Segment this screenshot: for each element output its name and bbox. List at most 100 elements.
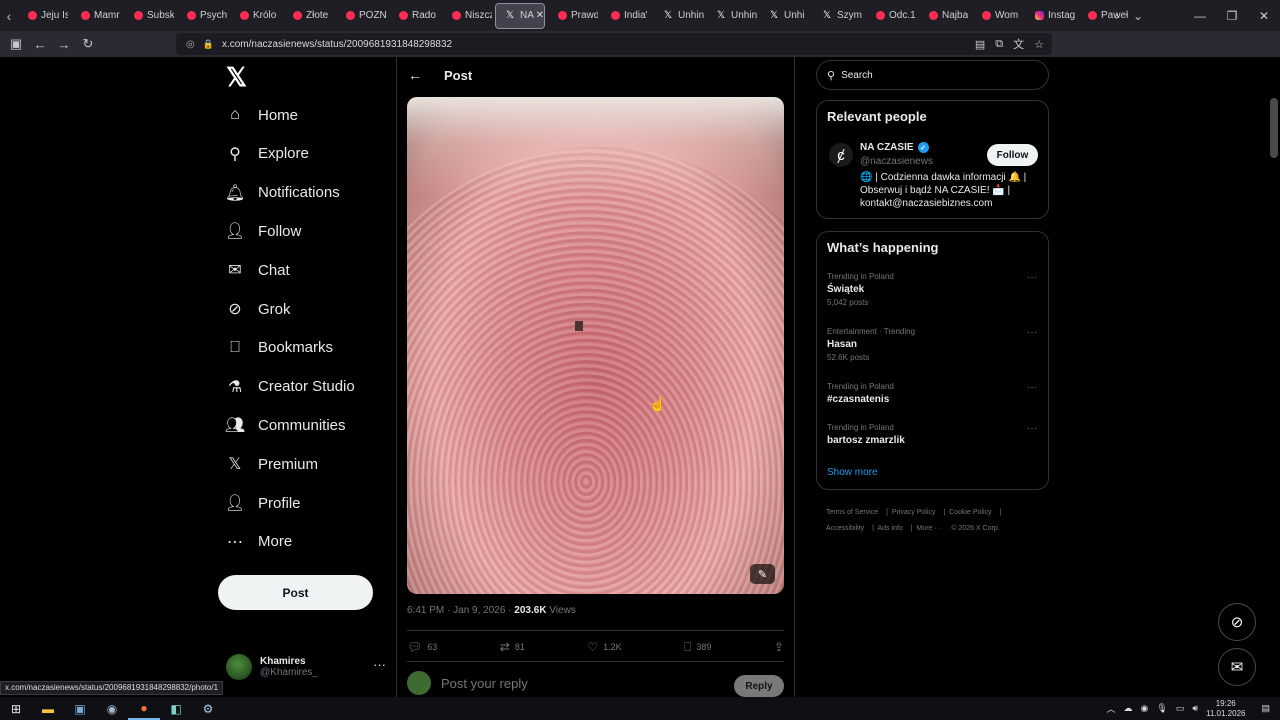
tab-scroll-right-icon[interactable]: › [1115, 9, 1119, 23]
browser-tab[interactable]: India' [601, 3, 651, 29]
nav-item-chat[interactable]: ✉ Chat [226, 252, 289, 288]
messages-float-button[interactable]: ✉ [1218, 648, 1256, 686]
steam-tray-icon[interactable]: ◉ [1141, 703, 1149, 714]
browser-tab[interactable]: Odc.1 [866, 3, 916, 29]
trend-more-icon[interactable]: ··· [1027, 382, 1037, 393]
tray-chevron-icon[interactable]: ︿ [1107, 702, 1116, 715]
translate-icon[interactable]: 文 [1013, 36, 1024, 52]
bookmark-star-icon[interactable]: ☆ [1034, 38, 1044, 51]
forward-icon[interactable]: → [52, 37, 76, 52]
back-arrow-icon[interactable]: ← [397, 67, 433, 83]
like-action[interactable]: ♡ 1.2K [587, 640, 621, 654]
browser-tab[interactable]: 𝕏 Unhin [654, 3, 704, 29]
trend-item[interactable]: Trending in Poland bartosz zmarzlik ··· [827, 423, 1037, 446]
nav-item-home[interactable]: ⌂ Home [226, 97, 298, 133]
trend-more-icon[interactable]: ··· [1027, 272, 1037, 283]
account-more-icon[interactable]: ··· [373, 657, 386, 672]
trend-more-icon[interactable]: ··· [1027, 327, 1037, 338]
scrollbar-thumb[interactable] [1270, 98, 1278, 158]
browser-tab[interactable]: 𝕏 Unhin [707, 3, 757, 29]
browser-tab[interactable]: Złote [283, 3, 333, 29]
back-icon[interactable]: ← [28, 37, 52, 52]
show-more-link[interactable]: Show more [827, 467, 878, 478]
search-input[interactable]: ⚲ Search [816, 60, 1049, 90]
browser-tab[interactable]: Prawd [548, 3, 598, 29]
reply-input[interactable]: Post your reply [441, 676, 528, 691]
browser-tab[interactable]: Niszcz [442, 3, 492, 29]
browser-tab[interactable]: Subsk [124, 3, 174, 29]
steam-icon[interactable]: ◉ [96, 697, 128, 720]
volume-icon[interactable]: 🔊︎ [1192, 703, 1198, 714]
start-icon[interactable]: ⊞ [0, 697, 32, 720]
post-photo[interactable]: ☝ ✎ [407, 97, 784, 594]
nav-item-bookmarks[interactable]: ⎕ Bookmarks [226, 330, 333, 366]
browser-tab[interactable]: 𝕏 Szym [813, 3, 863, 29]
browser-tab[interactable]: Królo [230, 3, 280, 29]
screenshot-icon[interactable]: ⧉ [995, 38, 1003, 51]
nav-item-notifications[interactable]: 🔔︎ Notifications [225, 175, 340, 211]
repost-action[interactable]: ⇄ 81 [500, 640, 525, 654]
profile-logo-icon[interactable]: ȼ [829, 143, 853, 167]
share-action[interactable]: ⇪ [774, 640, 784, 654]
bookmark-action[interactable]: ⎕ 389 [684, 640, 711, 655]
browser-tab[interactable]: Mamr [71, 3, 121, 29]
trend-item[interactable]: Entertainment · Trending Hasan 52.6K posts… [827, 327, 1037, 362]
privacy-link[interactable]: Privacy Policy [892, 509, 936, 516]
profile-name[interactable]: NA CZASIE ✓ [860, 142, 929, 153]
browser-tab[interactable]: 𝕏 NA ✕ [495, 2, 545, 29]
browser-tab[interactable]: 𝕏 Unhi [760, 3, 810, 29]
nav-item-grok[interactable]: ⊘ Grok [226, 291, 290, 327]
browser-tab[interactable]: Instag [1025, 3, 1075, 29]
clock[interactable]: 19:26 11.01.2026 [1206, 699, 1245, 719]
account-switcher[interactable]: Khamires @Khamires_ ··· [226, 647, 386, 687]
trend-item[interactable]: Trending in Poland Świątek 5,042 posts ··· [827, 272, 1037, 307]
minimize-icon[interactable]: — [1184, 9, 1216, 23]
edit-image-icon[interactable]: ✎ [750, 564, 775, 584]
reload-icon[interactable]: ↻ [76, 36, 100, 52]
microphone-icon[interactable]: 🎙︎ [1156, 703, 1167, 714]
nav-item-creator-studio[interactable]: ⚗ Creator Studio [226, 369, 355, 405]
notes-app-icon[interactable]: ◧ [160, 697, 192, 720]
nav-item-communities[interactable]: 👥︎ Communities [225, 407, 346, 443]
lock-icon[interactable]: 🔒 [203, 39, 214, 50]
trend-item[interactable]: Trending in Poland #czasnatenis ··· [827, 382, 1037, 405]
monitor-app-icon[interactable]: ▣ [64, 697, 96, 720]
file-explorer-icon[interactable]: ▬ [32, 697, 64, 720]
reply-action[interactable]: 💬︎ 63 [407, 640, 437, 654]
accessibility-link[interactable]: Accessibility [826, 525, 864, 532]
x-logo-icon[interactable]: 𝕏 [226, 63, 254, 91]
trend-more-icon[interactable]: ··· [1027, 423, 1037, 434]
cloud-icon[interactable]: ☁ [1124, 703, 1133, 714]
nav-item-profile[interactable]: 👤︎ Profile [225, 485, 301, 521]
network-icon[interactable]: ▭ [1176, 703, 1185, 714]
browser-tab[interactable]: POZN [336, 3, 386, 29]
terms-link[interactable]: Terms of Service [826, 509, 878, 516]
reply-button[interactable]: Reply [734, 675, 784, 697]
browser-tab[interactable]: Najba [919, 3, 969, 29]
sidebar-toggle-icon[interactable]: ▣ [4, 36, 28, 52]
close-window-icon[interactable]: ✕ [1248, 9, 1280, 23]
notification-center-icon[interactable]: ▤ [1261, 703, 1270, 714]
firefox-icon[interactable]: ● [128, 697, 160, 720]
more-link[interactable]: More ··· [916, 525, 941, 532]
tab-scroll-left-icon[interactable]: ‹ [0, 0, 18, 31]
reader-view-icon[interactable]: ▤ [975, 38, 985, 51]
settings-app-icon[interactable]: ⚙ [192, 697, 224, 720]
close-tab-icon[interactable]: ✕ [536, 10, 544, 21]
list-all-tabs-icon[interactable]: ⌄ [1133, 9, 1143, 23]
url-bar[interactable]: ◎ 🔒 x.com/naczasienews/status/2009681931… [176, 33, 1052, 55]
ads-info-link[interactable]: Ads info [877, 525, 902, 532]
post-button[interactable]: Post [218, 575, 373, 610]
grok-float-button[interactable]: ⊘ [1218, 603, 1256, 641]
follow-button[interactable]: Follow [987, 144, 1038, 166]
browser-tab[interactable]: Wom [972, 3, 1022, 29]
nav-item-more[interactable]: ⋯ More [226, 524, 292, 560]
nav-item-follow[interactable]: 👤︎ Follow [225, 213, 302, 249]
tracking-shield-icon[interactable]: ◎ [186, 39, 195, 50]
nav-item-explore[interactable]: ⚲ Explore [226, 136, 309, 172]
browser-tab[interactable]: Psych [177, 3, 227, 29]
browser-tab[interactable]: Rado [389, 3, 439, 29]
browser-tab[interactable]: Jeju Is [18, 3, 68, 29]
nav-item-premium[interactable]: 𝕏 Premium [226, 446, 318, 482]
restore-icon[interactable]: ❐ [1216, 9, 1248, 23]
